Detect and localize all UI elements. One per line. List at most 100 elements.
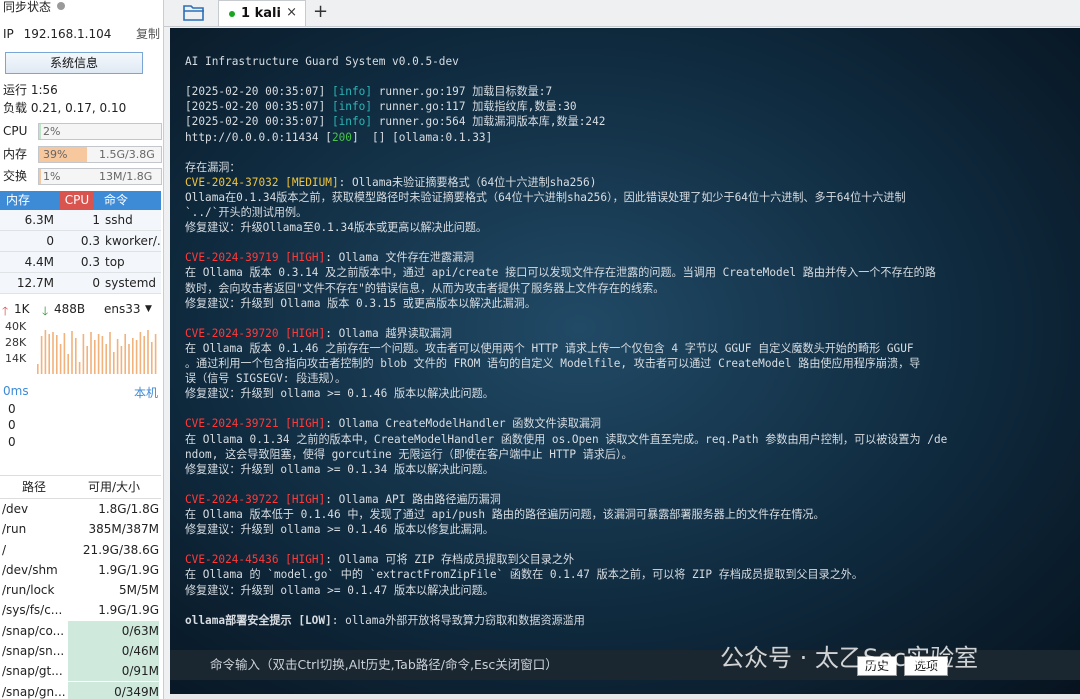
network-bar [128,344,130,374]
table-row[interactable]: 0 0.3 kworker/... [0,231,161,252]
col-command[interactable]: 命令 [104,191,128,210]
download-rate: 488B [54,302,86,316]
table-row[interactable]: 6.3M 1 sshd [0,210,161,231]
proc-cpu: 1 [92,213,100,227]
network-bar [82,334,85,374]
fs-path: /snap/gn... [2,684,66,699]
folder-icon[interactable] [183,4,205,21]
filesystem-table-header: 路径 可用/大小 [0,475,161,499]
terminal-line: [2025-02-20 00:35:07] [info] runner.go:1… [185,85,552,99]
terminal-text: 200 [331,130,352,144]
terminal-line: CVE-2024-39722 [HIGH]: Ollama API 路由路径遍历… [185,493,501,507]
network-bar [113,352,115,374]
fs-path: /snap/sn... [2,644,65,659]
sysinfo-button[interactable]: 系统信息 [5,52,143,74]
terminal-line: CVE-2024-37032 [MEDIUM]: Ollama未验证摘要格式（6… [185,176,596,190]
terminal-text: 修复建议：升级到 Ollama 版本 0.3.15 或更高版本以解决此漏洞。 [185,296,536,310]
copy-ip-button[interactable]: 复制 [136,24,160,44]
fs-path: /sys/fs/c... [2,603,63,618]
fs-path: /dev [2,502,29,516]
col-path[interactable]: 路径 [22,476,46,498]
table-row[interactable]: / 21.9G/38.6G [0,540,161,560]
terminal-text: 修复建议：升级Ollama至0.1.34版本或更高以解决此问题。 [185,221,488,235]
horizontal-scrollbar[interactable] [170,694,1080,699]
proc-command: top [105,255,125,269]
terminal-line: 误（信号 SIGSEGV: 段违规）。 [185,372,346,386]
table-row[interactable]: 12.7M 0 systemd [0,273,161,294]
terminal-text: 在 Ollama 版本低于 0.1.46 中，发现了通过 api/push 路由… [185,508,825,521]
network-stats: 🡑 1K 🡓 488B ens33 ▼ [0,302,161,318]
terminal-text: 修复建议：升级到 ollama >= 0.1.46 版本以解决此问题。 [185,387,494,401]
proc-cpu: 0.3 [80,255,100,269]
ping-value: 0 [8,418,16,432]
terminal-text: : ollama外部开放将导致算力窃取和数据资源滥用 [331,613,585,627]
table-row[interactable]: 4.4M 0.3 top [0,252,161,273]
proc-command: systemd [105,276,156,290]
network-bar [56,335,58,374]
terminal-line: CVE-2024-39720 [HIGH]: Ollama 越界读取漏洞 [185,327,452,341]
sync-status-label: 同步状态 [3,0,52,14]
chevron-down-icon[interactable]: ▼ [145,304,152,314]
terminal-text: 存在漏洞： [185,160,241,174]
table-row[interactable]: /sys/fs/c... 1.9G/1.9G [0,600,161,620]
network-bar [132,338,134,374]
terminal-text: ] [] [ollama:0.1.33] [352,130,493,144]
terminal-text: 修复建议：升级到 ollama >= 0.1.46 版本以修复此漏洞。 [185,523,494,537]
fs-path: /run [2,522,27,537]
network-bar [52,332,54,374]
mem-meter: 内存 39% 1.5G/3.8G [3,145,162,163]
col-size[interactable]: 可用/大小 [88,476,140,498]
col-mem[interactable]: 内存 [6,191,30,210]
table-row[interactable]: /snap/gn... 0/349M [0,681,161,699]
command-input[interactable]: 命令输入（双击Ctrl切换,Alt历史,Tab路径/命令,Esc关闭窗口） [210,650,558,680]
network-bar [48,334,50,374]
ip-address: 192.168.1.104 [23,27,112,41]
ping-target[interactable]: 本机 [134,384,158,401]
terminal-line: 。通过利用一个包含指向攻击者控制的 blob 文件的 FROM 语句的自定义 M… [185,357,920,371]
network-bar [86,346,88,374]
col-cpu[interactable]: CPU [60,191,94,210]
network-bar [37,364,39,374]
table-row[interactable]: /run/lock 5M/5M [0,580,161,600]
terminal-text: `../`开头的测试用例。 [185,206,308,219]
fs-size: 1.9G/1.9G [98,562,159,577]
terminal-line: AI Infrastructure Guard System v0.0.5-de… [185,55,459,69]
close-icon[interactable]: × [286,1,297,25]
network-bar [78,362,81,374]
terminal-line: ollama部署安全提示 [LOW]: ollama外部开放将导致算力窃取和数据… [185,614,585,628]
cpu-meter: CPU 2% [3,122,162,140]
network-bar [109,332,111,374]
mem-percent: 39% [43,148,68,161]
proc-command: sshd [105,213,133,227]
table-row[interactable]: /dev/shm 1.9G/1.9G [0,560,161,580]
interface-select[interactable]: ens33 [104,302,141,316]
table-row[interactable]: /snap/co... 0/63M [0,620,161,641]
table-row[interactable]: /snap/gt... 0/91M [0,661,161,682]
terminal-text: AI Infrastructure Guard System v0.0.5-de… [185,55,459,68]
proc-mem: 12.7M [16,276,54,290]
swap-percent: 1% [43,170,61,183]
terminal-text: 修复建议：升级到 ollama >= 0.1.34 版本以解决此问题。 [185,462,494,476]
terminal-text: 在 Ollama 版本 0.3.14 及之前版本中，通过 api/create … [185,266,936,280]
terminal-text: [2025-02-20 00:35:07] [185,115,332,129]
terminal-text: CVE-2024-37032 [MEDIUM] [185,175,339,189]
table-row[interactable]: /snap/sn... 0/46M [0,641,161,662]
terminal[interactable]: AI Infrastructure Guard System v0.0.5-de… [170,28,1080,694]
sync-status[interactable]: 同步状态 [0,0,163,20]
network-bar [101,336,104,374]
cpu-bar: 2% [38,123,162,140]
terminal-text: runner.go:197 加载目标数量:7 [372,85,553,99]
terminal-text: CVE-2024-39722 [HIGH] [185,492,326,506]
terminal-line: CVE-2024-39721 [HIGH]: Ollama CreateMode… [185,417,601,431]
terminal-line: Ollama在0.1.34版本之前，获取模型路径时未验证摘要格式（64位十六进制… [185,191,906,205]
sync-status-dot-icon [57,2,66,10]
table-row[interactable]: /run 385M/387M [0,519,161,539]
terminal-line: 修复建议：升级到 ollama >= 0.1.47 版本以解决此问题。 [185,584,494,598]
add-tab-button[interactable]: + [313,0,328,24]
ping-latency: 0ms [3,384,29,398]
tab-bar: 1 kali × + [164,0,1080,27]
tab-kali[interactable]: 1 kali × [218,0,306,26]
terminal-line: 修复建议：升级到 ollama >= 0.1.46 版本以修复此漏洞。 [185,523,494,537]
swap-bar-fill [39,169,41,184]
table-row[interactable]: /dev 1.8G/1.8G [0,499,161,519]
